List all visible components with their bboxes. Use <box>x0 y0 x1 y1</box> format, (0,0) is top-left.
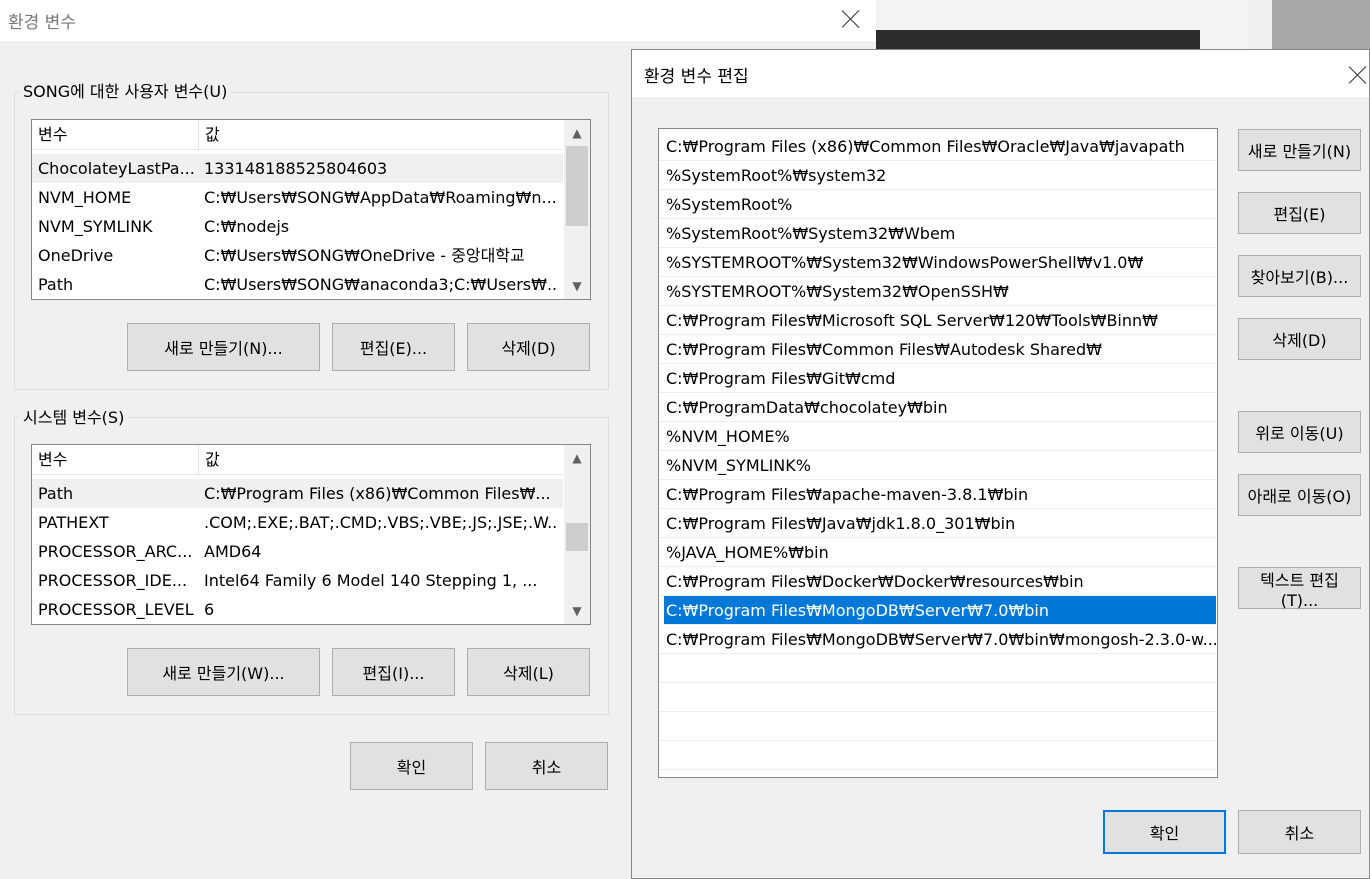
variable-value: C:₩nodejs <box>204 217 290 236</box>
path-entry[interactable]: %NVM_HOME% <box>659 422 1216 451</box>
header-value[interactable]: 값 <box>198 445 563 475</box>
scroll-thumb[interactable] <box>566 523 588 551</box>
path-entry[interactable]: %SYSTEMROOT%₩System32₩OpenSSH₩ <box>659 277 1216 306</box>
ok-button[interactable]: 확인 <box>350 742 473 790</box>
close-icon[interactable] <box>1348 65 1368 85</box>
system-variables-label: 시스템 변수(S) <box>19 408 129 428</box>
variable-name: ChocolateyLastPa... <box>38 159 194 178</box>
path-entry[interactable]: %SystemRoot% <box>659 190 1216 219</box>
table-row[interactable]: PROCESSOR_ARC... AMD64 <box>32 537 563 566</box>
table-row[interactable]: PROCESSOR_IDE... Intel64 Family 6 Model … <box>32 566 563 595</box>
variable-value: C:₩Users₩SONG₩AppData₩Roaming₩n... <box>204 188 556 207</box>
header-variable[interactable]: 변수 <box>32 120 198 150</box>
move-down-button[interactable]: 아래로 이동(O) <box>1238 474 1361 516</box>
scroll-down-icon[interactable]: ▼ <box>564 275 590 297</box>
vertical-scrollbar[interactable]: ▲ ▼ <box>564 120 590 299</box>
user-new-button[interactable]: 새로 만들기(N)... <box>127 323 320 371</box>
path-entry[interactable]: C:₩Program Files₩Docker₩Docker₩resources… <box>659 567 1216 596</box>
edit-button[interactable]: 편집(E) <box>1238 192 1361 234</box>
path-entry[interactable]: C:₩ProgramData₩chocolatey₩bin <box>659 393 1216 422</box>
table-row[interactable]: Path C:₩Program Files (x86)₩Common Files… <box>32 479 563 508</box>
scroll-up-icon[interactable]: ▲ <box>564 122 590 144</box>
ok-button[interactable]: 확인 <box>1103 810 1226 854</box>
background-window-block <box>1272 0 1370 50</box>
browse-button[interactable]: 찾아보기(B)... <box>1238 255 1361 297</box>
user-variables-list[interactable]: 변수 값 ChocolateyLastPa... 133148188525804… <box>31 119 591 300</box>
empty-row <box>659 741 1216 770</box>
variable-name: PROCESSOR_ARC... <box>38 542 193 561</box>
cancel-button[interactable]: 취소 <box>1238 810 1361 854</box>
vertical-scrollbar[interactable]: ▲ ▼ <box>564 445 590 624</box>
path-entry[interactable]: C:₩Program Files₩apache-maven-3.8.1₩bin <box>659 480 1216 509</box>
path-entry[interactable]: C:₩Program Files₩MongoDB₩Server₩7.0₩bin₩… <box>659 625 1216 654</box>
dialog-title: 환경 변수 <box>0 0 876 41</box>
empty-row <box>659 712 1216 741</box>
variable-value: .COM;.EXE;.BAT;.CMD;.VBS;.VBE;.JS;.JSE;.… <box>204 513 556 532</box>
scroll-thumb[interactable] <box>566 146 588 226</box>
background-window-bar <box>876 30 1200 50</box>
system-edit-button[interactable]: 편집(I)... <box>332 648 455 696</box>
user-variables-label: SONG에 대한 사용자 변수(U) <box>19 82 232 102</box>
variable-name: PATHEXT <box>38 513 109 532</box>
path-entry[interactable]: %JAVA_HOME%₩bin <box>659 538 1216 567</box>
variable-name: NVM_SYMLINK <box>38 217 153 236</box>
variable-value: 133148188525804603 <box>204 159 388 178</box>
header-value[interactable]: 값 <box>198 120 563 150</box>
variable-name: Path <box>38 484 74 503</box>
table-row[interactable]: NVM_SYMLINK C:₩nodejs <box>32 212 563 241</box>
variable-name: NVM_HOME <box>38 188 132 207</box>
variable-value: C:₩Users₩SONG₩OneDrive - 중앙대학교 <box>204 246 525 265</box>
path-entry[interactable]: C:₩Program Files₩Java₩jdk1.8.0_301₩bin <box>659 509 1216 538</box>
new-button[interactable]: 새로 만들기(N) <box>1238 129 1361 171</box>
variable-name: OneDrive <box>38 246 114 265</box>
move-up-button[interactable]: 위로 이동(U) <box>1238 411 1361 453</box>
edit-environment-variable-dialog: 환경 변수 편집 C:₩Program Files (x86)₩Common F… <box>631 49 1370 879</box>
path-entry[interactable]: C:₩Program Files (x86)₩Common Files₩Orac… <box>659 132 1216 161</box>
dialog-title: 환경 변수 편집 <box>632 50 1369 97</box>
variable-name: Path <box>38 275 74 294</box>
path-entry[interactable]: C:₩Program Files₩MongoDB₩Server₩7.0₩bin <box>664 596 1216 625</box>
empty-row <box>659 683 1216 712</box>
path-entry[interactable]: %SystemRoot%₩system32 <box>659 161 1216 190</box>
system-delete-button[interactable]: 삭제(L) <box>467 648 590 696</box>
variable-value: C:₩Program Files (x86)₩Common Files₩... <box>204 484 551 503</box>
table-row[interactable]: ChocolateyLastPa... 133148188525804603 <box>32 154 563 183</box>
variable-value: AMD64 <box>204 542 262 561</box>
path-entry[interactable]: C:₩Program Files₩Common Files₩Autodesk S… <box>659 335 1216 364</box>
list-header: 변수 값 <box>32 120 563 150</box>
table-row[interactable]: PROCESSOR_LEVEL 6 <box>32 595 563 624</box>
table-row[interactable]: OneDrive C:₩Users₩SONG₩OneDrive - 중앙대학교 <box>32 241 563 270</box>
user-delete-button[interactable]: 삭제(D) <box>467 323 590 371</box>
variable-value: 6 <box>204 600 215 619</box>
path-list[interactable]: C:₩Program Files (x86)₩Common Files₩Orac… <box>658 128 1218 778</box>
variable-value: Intel64 Family 6 Model 140 Stepping 1, .… <box>204 571 538 590</box>
path-entry[interactable]: C:₩Program Files₩Git₩cmd <box>659 364 1216 393</box>
edit-text-button[interactable]: 텍스트 편집(T)... <box>1238 567 1361 610</box>
table-row[interactable]: NVM_HOME C:₩Users₩SONG₩AppData₩Roaming₩n… <box>32 183 563 212</box>
scroll-up-icon[interactable]: ▲ <box>564 447 590 469</box>
system-new-button[interactable]: 새로 만들기(W)... <box>127 648 320 696</box>
system-variables-list[interactable]: 변수 값 Path C:₩Program Files (x86)₩Common … <box>31 444 591 625</box>
variable-name: PROCESSOR_IDE... <box>38 571 188 590</box>
path-entry[interactable]: %SystemRoot%₩System32₩Wbem <box>659 219 1216 248</box>
path-entry[interactable]: C:₩Program Files₩Microsoft SQL Server₩12… <box>659 306 1216 335</box>
variable-name: PROCESSOR_LEVEL <box>38 600 194 619</box>
scroll-down-icon[interactable]: ▼ <box>564 600 590 622</box>
close-icon[interactable] <box>841 9 861 29</box>
path-entry[interactable]: %SYSTEMROOT%₩System32₩WindowsPowerShell₩… <box>659 248 1216 277</box>
user-edit-button[interactable]: 편집(E)... <box>332 323 455 371</box>
cancel-button[interactable]: 취소 <box>485 742 608 790</box>
table-row[interactable]: PATHEXT .COM;.EXE;.BAT;.CMD;.VBS;.VBE;.J… <box>32 508 563 537</box>
list-header: 변수 값 <box>32 445 563 475</box>
variable-value: C:₩Users₩SONG₩anaconda3;C:₩Users₩... <box>204 275 556 294</box>
header-variable[interactable]: 변수 <box>32 445 198 475</box>
path-entry[interactable]: %NVM_SYMLINK% <box>659 451 1216 480</box>
table-row[interactable]: Path C:₩Users₩SONG₩anaconda3;C:₩Users₩..… <box>32 270 563 299</box>
delete-button[interactable]: 삭제(D) <box>1238 318 1361 360</box>
empty-row <box>659 654 1216 683</box>
